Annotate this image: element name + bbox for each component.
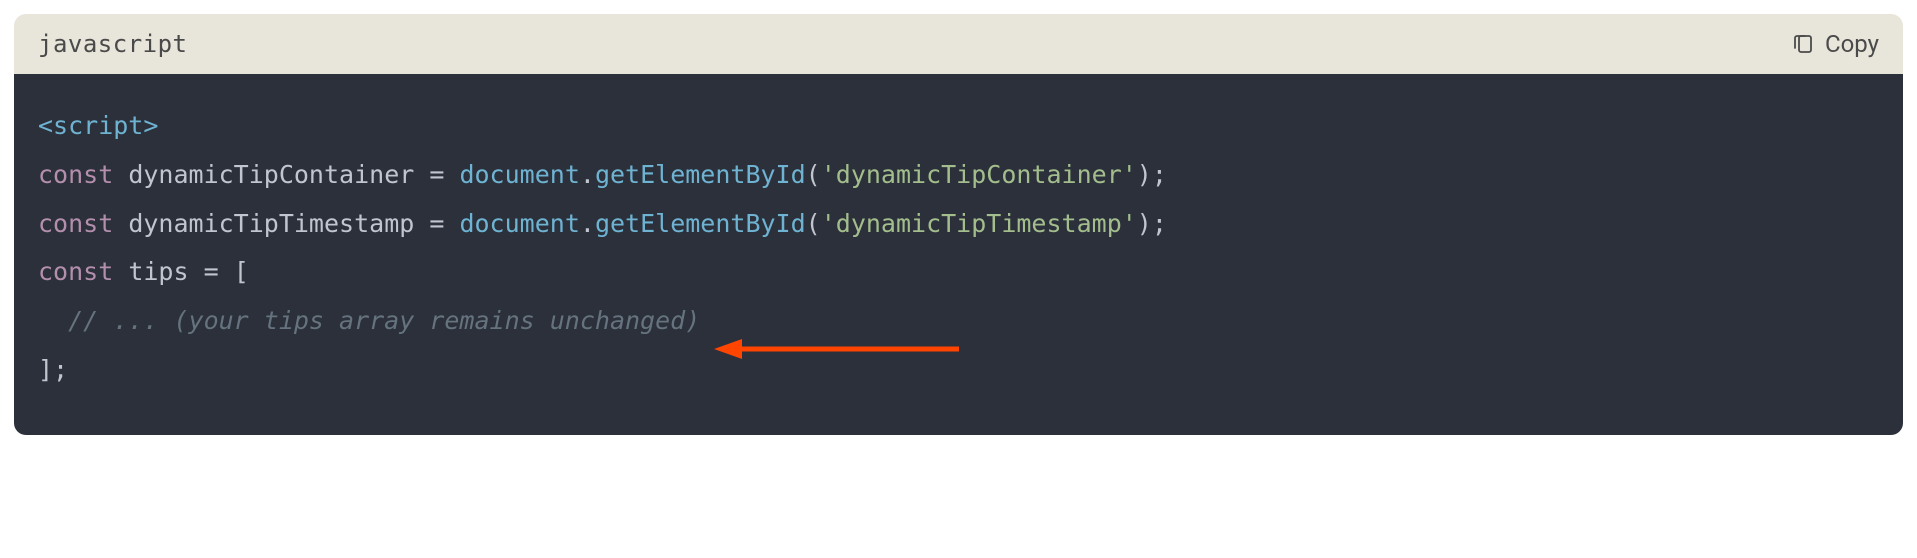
- token-object: document: [444, 160, 579, 189]
- token-string: 'dynamicTipContainer': [821, 160, 1137, 189]
- token-keyword: const: [38, 209, 113, 238]
- token-identifier: tips: [113, 257, 203, 286]
- copy-button[interactable]: Copy: [1791, 30, 1879, 58]
- code-block: javascript Copy <script> const dynamicTi…: [14, 14, 1903, 435]
- token-operator: =: [429, 209, 444, 238]
- code-line-4: const tips = [: [38, 248, 1879, 297]
- token-operator: =: [429, 160, 444, 189]
- arrow-left-icon: [714, 334, 964, 364]
- token-identifier: dynamicTipTimestamp: [113, 209, 429, 238]
- token-punct: (: [806, 160, 821, 189]
- code-line-1: <script>: [38, 102, 1879, 151]
- token-comment: // ... (your tips array remains unchange…: [38, 306, 700, 335]
- token-object: document: [444, 209, 579, 238]
- code-line-2: const dynamicTipContainer = document.get…: [38, 151, 1879, 200]
- clipboard-icon: [1791, 32, 1815, 56]
- token-punct: ): [1137, 160, 1152, 189]
- token-method: getElementById: [595, 209, 806, 238]
- token-punct: (: [806, 209, 821, 238]
- copy-button-label: Copy: [1825, 30, 1879, 58]
- token-punct: ;: [1152, 209, 1167, 238]
- token-keyword: const: [38, 160, 113, 189]
- token-punct: .: [580, 160, 595, 189]
- arrow-annotation: [714, 334, 964, 364]
- token-tag: <script>: [38, 111, 158, 140]
- token-bracket: [: [219, 257, 249, 286]
- token-string: 'dynamicTipTimestamp': [821, 209, 1137, 238]
- token-punct: ): [1137, 209, 1152, 238]
- code-line-3: const dynamicTipTimestamp = document.get…: [38, 200, 1879, 249]
- token-keyword: const: [38, 257, 113, 286]
- code-language-label: javascript: [38, 30, 188, 58]
- token-identifier: dynamicTipContainer: [113, 160, 429, 189]
- code-body: <script> const dynamicTipContainer = doc…: [14, 74, 1903, 435]
- code-header: javascript Copy: [14, 14, 1903, 74]
- token-operator: =: [204, 257, 219, 286]
- token-punct: .: [580, 209, 595, 238]
- token-bracket: ];: [38, 355, 68, 384]
- token-punct: ;: [1152, 160, 1167, 189]
- token-method: getElementById: [595, 160, 806, 189]
